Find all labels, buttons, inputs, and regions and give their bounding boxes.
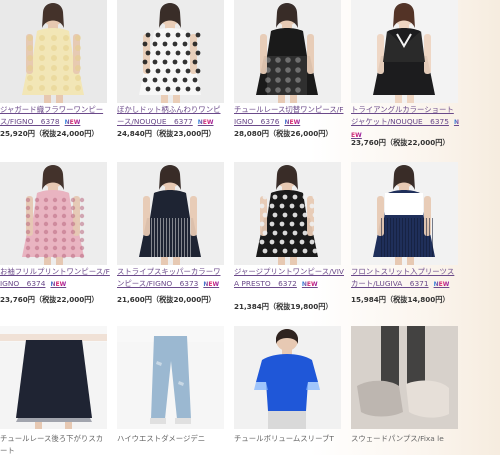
product-photo[interactable] bbox=[0, 162, 107, 265]
product-photo[interactable] bbox=[234, 326, 341, 429]
product-title[interactable]: ジャージプリントワンピース/VIVA PRESTO 6372 bbox=[234, 267, 344, 288]
product-title-link[interactable]: ストライプスキッパーカラーワンピース/FIGNO 6373 NEW bbox=[117, 266, 227, 291]
product-photo-svg bbox=[117, 0, 224, 103]
new-badge: NEW bbox=[433, 281, 450, 288]
product-photo-svg bbox=[351, 326, 458, 429]
product-title-link[interactable]: チュールレース後ろ下がりスカート bbox=[0, 433, 110, 457]
product-title-link[interactable]: トライアングルカラーショートジャケット/NOUQUE 6375 NEW bbox=[351, 104, 461, 142]
product-photo-svg bbox=[0, 0, 107, 103]
product-photo[interactable] bbox=[117, 0, 224, 103]
product-price: 15,984円（税抜14,800円） bbox=[351, 295, 450, 304]
product-title-link[interactable]: お袖フリルプリントワンピース/FIGNO 6374 NEW bbox=[0, 266, 110, 291]
product-title[interactable]: チュールレース後ろ下がりスカート bbox=[0, 434, 103, 455]
product-photo-svg bbox=[117, 162, 224, 265]
product-photo-svg bbox=[234, 326, 341, 429]
product-photo[interactable] bbox=[234, 0, 341, 103]
product-photo-svg bbox=[117, 326, 224, 429]
product-photo-svg bbox=[0, 162, 107, 265]
product-grid: ジャガード織フラワーワンピース/FIGNO 6378 NEW 25,920円（税抜… bbox=[0, 0, 500, 455]
product-photo-svg bbox=[234, 162, 341, 265]
product-photo[interactable] bbox=[234, 162, 341, 265]
product-photo-svg bbox=[351, 162, 458, 265]
product-price: 28,080円（税抜26,000円） bbox=[234, 129, 333, 138]
new-badge: NEW bbox=[64, 119, 81, 126]
product-price: 23,760円（税抜22,000円） bbox=[351, 138, 450, 147]
product-title-link[interactable]: フロントスリット入プリーツスカート/LUGIVA 6371 NEW bbox=[351, 266, 461, 291]
new-badge: NEW bbox=[50, 281, 67, 288]
product-photo[interactable] bbox=[351, 0, 458, 103]
product-photo[interactable] bbox=[0, 0, 107, 103]
product-title-link[interactable]: チュールレース切替ワンピース/FIGNO 6376 NEW bbox=[234, 104, 344, 129]
product-title[interactable]: チュールボリュームスリーブT bbox=[234, 434, 334, 443]
product-title-link[interactable]: ジャガード織フラワーワンピース/FIGNO 6378 NEW bbox=[0, 104, 110, 129]
new-badge: NEW bbox=[197, 119, 214, 126]
new-badge: NEW bbox=[203, 281, 220, 288]
product-price: 25,920円（税抜24,000円） bbox=[0, 129, 99, 138]
product-title[interactable]: トライアングルカラーショートジャケット/NOUQUE 6375 bbox=[351, 105, 454, 126]
product-photo[interactable] bbox=[0, 326, 107, 429]
product-photo-svg bbox=[0, 326, 107, 429]
product-photo-svg bbox=[351, 0, 458, 103]
new-badge: NEW bbox=[301, 281, 318, 288]
product-title-link[interactable]: ジャージプリントワンピース/VIVA PRESTO 6372 NEW bbox=[234, 266, 344, 291]
product-price: 23,760円（税抜22,000円） bbox=[0, 295, 99, 304]
product-price: 21,384円（税抜19,800円） bbox=[234, 302, 333, 311]
product-title-link[interactable]: ハイウエストダメージデニ bbox=[117, 433, 227, 445]
product-title[interactable]: ハイウエストダメージデニ bbox=[117, 434, 205, 443]
product-title-link[interactable]: チュールボリュームスリーブT bbox=[234, 433, 344, 445]
product-title-link[interactable]: スウェードパンプス/Fixa le bbox=[351, 433, 461, 445]
product-title[interactable]: ジャガード織フラワーワンピース/FIGNO 6378 bbox=[0, 105, 103, 126]
new-badge: NEW bbox=[284, 119, 301, 126]
product-price: 21,600円（税抜20,000円） bbox=[117, 295, 216, 304]
product-photo[interactable] bbox=[117, 162, 224, 265]
product-photo[interactable] bbox=[351, 326, 458, 429]
product-title[interactable]: スウェードパンプス/Fixa le bbox=[351, 434, 444, 443]
product-title-link[interactable]: ぼかしドット柄ふんわりワンピース/NOUQUE 6377 NEW bbox=[117, 104, 227, 129]
product-photo-svg bbox=[234, 0, 341, 103]
product-photo[interactable] bbox=[351, 162, 458, 265]
product-photo[interactable] bbox=[117, 326, 224, 429]
product-price: 24,840円（税抜23,000円） bbox=[117, 129, 216, 138]
